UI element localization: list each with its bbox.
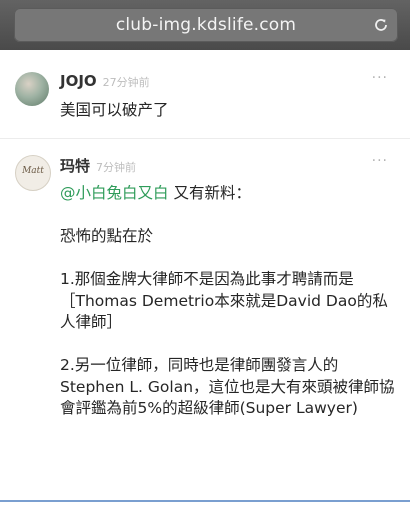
comment-author[interactable]: 玛特 7分钟前 xyxy=(60,155,136,176)
comment-body: 恐怖的點在於 1.那個金牌大律師不是因為此事才聘請而是［Thomas Demet… xyxy=(60,227,395,417)
mention-link[interactable]: @小白兔白又白 xyxy=(60,184,169,202)
more-icon[interactable]: ··· xyxy=(372,70,388,86)
reload-icon[interactable] xyxy=(372,16,390,34)
divider xyxy=(0,138,410,139)
comment-time: 27分钟前 xyxy=(102,76,150,89)
avatar-text: Matt xyxy=(22,166,44,176)
comment-author[interactable]: JOJO 27分钟前 xyxy=(60,72,150,90)
url-field[interactable]: club-img.kdslife.com xyxy=(14,8,398,42)
comment-time: 7分钟前 xyxy=(96,161,137,174)
bottom-border xyxy=(0,500,410,502)
comment-text: @小白兔白又白 又有新料： 恐怖的點在於 1.那個金牌大律師不是因為此事才聘請而… xyxy=(60,183,400,420)
avatar[interactable] xyxy=(15,72,49,106)
mention-suffix: 又有新料： xyxy=(168,184,251,202)
browser-address-bar: club-img.kdslife.com xyxy=(0,0,410,50)
avatar[interactable]: Matt xyxy=(15,155,51,191)
more-icon[interactable]: ··· xyxy=(372,153,388,169)
url-text: club-img.kdslife.com xyxy=(115,15,297,35)
comment-text: 美国可以破产了 xyxy=(60,101,169,119)
